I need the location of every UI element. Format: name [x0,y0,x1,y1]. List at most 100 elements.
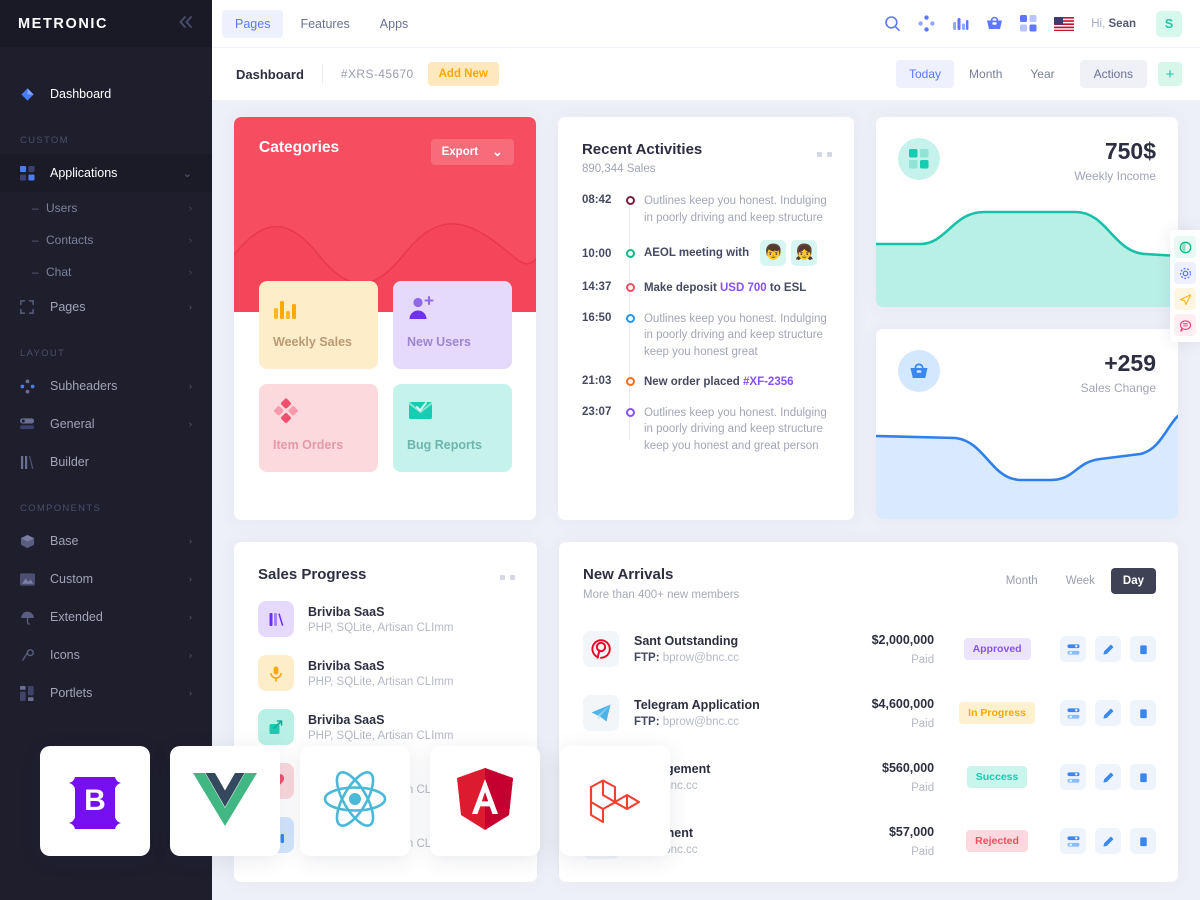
framework-card-react[interactable] [300,746,410,856]
settings-icon[interactable] [1060,764,1086,790]
delete-icon[interactable] [1130,636,1156,662]
bar-chart-icon[interactable] [952,15,969,32]
chat-icon[interactable] [1174,314,1196,336]
sidebar-item-general[interactable]: General › [0,405,212,443]
sidebar-item-icons[interactable]: Icons › [0,636,212,674]
avatar[interactable]: S [1156,10,1182,37]
edit-icon[interactable] [1095,764,1121,790]
sales-progress-menu-icon[interactable] [500,575,515,580]
list-item[interactable]: Briviba SaaS PHP, SQLite, Artisan CLImm [258,655,515,691]
edit-icon[interactable] [1095,636,1121,662]
share-icon [258,709,294,745]
timeline-bullet [622,311,640,361]
basket-icon [898,350,941,392]
send-icon[interactable] [1174,288,1196,310]
sidebar-subitem-contacts[interactable]: – Contacts › [0,224,212,256]
sidebar-item-subheaders[interactable]: Subheaders › [0,367,212,405]
pinterest-icon [583,631,619,667]
tab-month[interactable]: Month [994,568,1050,594]
diamond-icon [20,87,42,102]
settings-icon[interactable] [1060,636,1086,662]
sidebar-item-builder[interactable]: Builder [0,443,212,481]
sidebar-item-extended[interactable]: Extended › [0,598,212,636]
add-button[interactable]: + [1158,62,1182,86]
range-month-button[interactable]: Month [956,60,1015,88]
sidebar-item-label: Portlets [50,686,93,700]
framework-card-bootstrap[interactable]: B [40,746,150,856]
framework-logo-strip: B [40,746,670,856]
framework-card-vue[interactable] [170,746,280,856]
basket-icon[interactable] [986,15,1003,32]
list-item-text: Briviba SaaS PHP, SQLite, Artisan CLImm [294,713,454,742]
framework-card-angular[interactable] [430,746,540,856]
list-item[interactable]: Briviba SaaS PHP, SQLite, Artisan CLImm [258,601,515,637]
table-row[interactable]: Sant Outstanding FTP: bprow@bnc.cc $2,00… [583,617,1156,681]
search-icon[interactable] [884,15,901,32]
row-email: FTP: bprow@bnc.cc [634,716,818,728]
tab-features[interactable]: Features [287,10,362,38]
sales-change-header: +259 Sales Change [876,329,1178,395]
flag-us-icon[interactable] [1054,16,1075,31]
category-tile-item-orders[interactable]: Item Orders [259,384,378,472]
timeline-text: Make deposit [643,282,720,294]
table-row[interactable]: Telegram Application FTP: bprow@bnc.cc $… [583,681,1156,745]
category-tile-new-users[interactable]: New Users [393,281,512,369]
droplet-icon[interactable] [1174,236,1196,258]
sidebar-item-pages[interactable]: Pages › [0,288,212,326]
range-today-button[interactable]: Today [896,60,955,88]
tab-day[interactable]: Day [1110,568,1156,594]
sidebar-item-portlets[interactable]: Portlets › [0,674,212,712]
range-year-button[interactable]: Year [1017,60,1067,88]
recent-activities-title: Recent Activities [581,141,703,158]
delete-icon[interactable] [1130,764,1156,790]
recent-activities-card: Recent Activities 890,344 Sales 08:42 Ou… [557,117,855,520]
settings-icon[interactable] [1060,828,1086,854]
delete-icon[interactable] [1130,828,1156,854]
settings-icon[interactable] [1060,700,1086,726]
chevron-right-icon: › [189,302,192,312]
recent-activities-menu-icon[interactable] [817,152,833,157]
gear-icon[interactable] [1174,262,1196,284]
timeline-highlight[interactable]: USD 700 [720,282,767,294]
category-tile-weekly-sales[interactable]: Weekly Sales [259,281,378,369]
category-tile-bug-reports[interactable]: Bug Reports [393,384,512,472]
delete-icon[interactable] [1130,700,1156,726]
status-badge: Rejected [966,830,1028,852]
row-paid-label: Paid [911,845,935,858]
sidebar-item-label: Applications [50,166,118,180]
laravel-logo-icon [583,767,647,836]
export-button[interactable]: Export ⌄ [430,139,514,165]
row-paid-label: Paid [911,653,935,666]
edit-icon[interactable] [1095,828,1121,854]
sidebar-item-base[interactable]: Base › [0,522,212,560]
chevron-right-icon: › [189,574,192,584]
sidebar-item-applications[interactable]: Applications ⌄ [0,154,212,192]
timeline-text: Outlines keep you honest. Indulging in p… [643,312,827,358]
list-item-text: Briviba SaaS PHP, SQLite, Artisan CLImm [294,659,454,688]
sidebar-subitem-chat[interactable]: – Chat › [0,256,212,288]
dashboard-row-top: Categories Export ⌄ Weekly Sales New Use… [234,117,1178,520]
nodes-icon [20,378,42,394]
timeline-bullet [622,280,640,297]
chevron-right-icon: › [189,536,192,546]
grid-icon[interactable] [1020,15,1037,32]
table-cell-status: Approved [934,638,1060,660]
tab-week[interactable]: Week [1054,568,1107,594]
timeline-item: 21:03 New order placed #XF-2356 [582,374,832,391]
sidebar-subitem-users[interactable]: – Users › [0,192,212,224]
actions-button[interactable]: Actions [1079,60,1147,88]
tab-pages[interactable]: Pages [222,9,284,38]
chevron-right-icon: › [189,650,192,660]
list-item[interactable]: Briviba SaaS PHP, SQLite, Artisan CLImm [258,709,515,745]
scatter-icon[interactable] [918,15,935,32]
collapse-sidebar-icon[interactable] [178,15,194,32]
row-paid-label: Paid [911,717,935,730]
framework-card-laravel[interactable] [560,746,670,856]
timeline-avatars: 👦 👧 [760,240,818,266]
add-new-button[interactable]: Add New [427,62,499,86]
sidebar-item-custom[interactable]: Custom › [0,560,212,598]
timeline-highlight[interactable]: #XF-2356 [743,376,794,388]
edit-icon[interactable] [1095,700,1121,726]
tab-apps[interactable]: Apps [367,10,422,38]
sidebar-item-dashboard[interactable]: Dashboard [0,75,212,113]
